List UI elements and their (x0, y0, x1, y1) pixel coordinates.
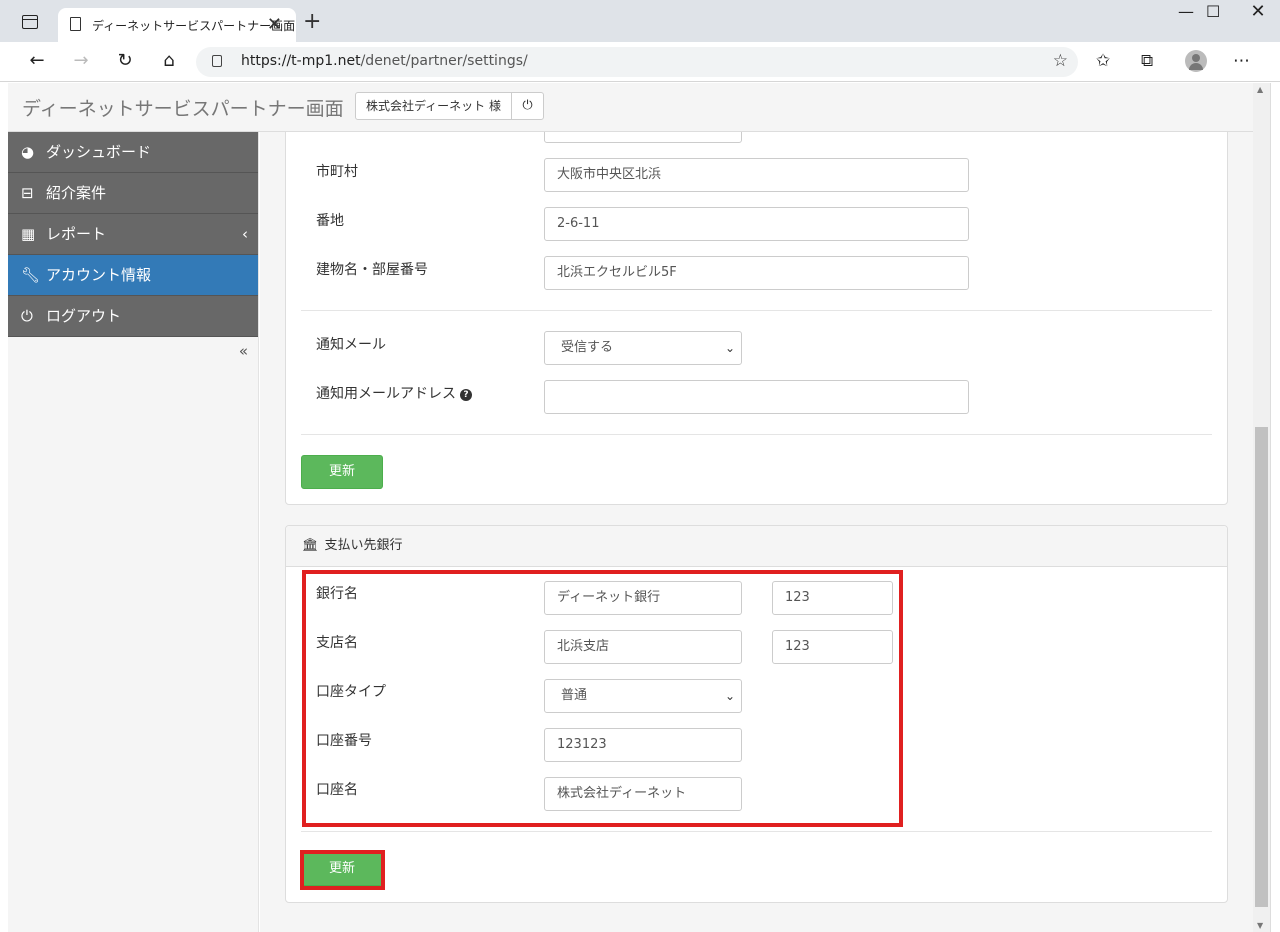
sidebar-item-label: レポート (46, 225, 107, 243)
collections-icon[interactable]: ⧉ (1141, 51, 1153, 71)
notify-address-label-text: 通知用メールアドレス (316, 386, 456, 402)
lock-icon (212, 55, 222, 67)
sidebar-item-logout[interactable]: ⏻ ログアウト (8, 296, 258, 337)
prefecture-select[interactable] (544, 132, 742, 143)
street-input[interactable]: 2-6-11 (544, 207, 969, 241)
table-icon: ▦ (21, 225, 36, 243)
forward-icon[interactable]: → (66, 50, 96, 71)
sidebar-item-referrals[interactable]: ⊟ 紹介案件 (8, 173, 258, 214)
bank-panel-title: 支払い先銀行 (324, 538, 403, 553)
add-favorite-icon[interactable]: ☆ (1053, 51, 1068, 71)
tab-title: ディーネットサービスパートナー画面 (92, 19, 296, 33)
sidebar-item-account[interactable]: 🔧︎ アカウント情報 (8, 255, 258, 296)
url-host: https://t-mp1.net (241, 53, 361, 69)
tab-close-icon[interactable]: ✕ (267, 14, 282, 35)
notify-mail-value: 受信する (561, 340, 614, 355)
main-content: 市町村 大阪市中央区北浜 番地 2-6-11 建物名・部屋番号 北浜エクセルビル… (260, 132, 1253, 932)
minimize-button[interactable]: — (1178, 2, 1194, 21)
new-tab-button[interactable]: + (303, 9, 321, 34)
window-close-button[interactable]: ✕ (1236, 0, 1280, 26)
browser-tab-bar: ディーネットサービスパートナー画面 ✕ + — ☐ ✕ (0, 0, 1280, 42)
chevron-left-icon: ‹ (242, 225, 248, 243)
page-icon (70, 17, 81, 31)
page-scrollbar[interactable]: ▲ ▼ (1253, 83, 1270, 932)
divider (301, 310, 1212, 311)
notify-mail-label: 通知メール (316, 337, 386, 353)
url-path: /denet/partner/settings/ (360, 53, 528, 69)
basket-icon: ⊟ (21, 184, 34, 202)
help-icon[interactable]: ? (460, 389, 472, 401)
app-title: ディーネットサービスパートナー画面 (22, 98, 344, 120)
window-edge (1270, 83, 1280, 932)
sidebar: ◕ ダッシュボード ⊟ 紹介案件 ▦ レポート ‹ 🔧︎ アカウント情報 ⏻ ロ… (8, 132, 259, 932)
account-panel: 市町村 大阪市中央区北浜 番地 2-6-11 建物名・部屋番号 北浜エクセルビル… (285, 132, 1228, 505)
address-bar: ← → ↻ ⌂ https://t-mp1.net/denet/partner/… (0, 42, 1280, 82)
more-menu-icon[interactable]: ⋯ (1233, 51, 1250, 71)
building-label: 建物名・部屋番号 (316, 262, 428, 278)
app-header: ディーネットサービスパートナー画面 株式会社ディーネット 様 ⏻ (8, 83, 1253, 132)
browser-tab[interactable]: ディーネットサービスパートナー画面 ✕ (58, 8, 296, 42)
favorites-icon[interactable]: ✩ (1096, 51, 1110, 71)
power-icon[interactable]: ⏻ (511, 92, 544, 120)
sidebar-item-report[interactable]: ▦ レポート ‹ (8, 214, 258, 255)
scroll-up-icon[interactable]: ▲ (1257, 85, 1263, 94)
notify-address-input[interactable] (544, 380, 969, 414)
power-icon: ⏻ (21, 307, 33, 325)
maximize-button[interactable]: ☐ (1206, 2, 1220, 21)
wrench-icon: 🔧︎ (21, 266, 41, 284)
city-input[interactable]: 大阪市中央区北浜 (544, 158, 969, 192)
highlight-bank-fields (302, 570, 903, 827)
bank-icon: 🏛︎ (302, 538, 319, 553)
sidebar-item-label: ログアウト (46, 307, 122, 325)
account-update-button[interactable]: 更新 (301, 455, 383, 489)
bank-panel-heading: 🏛︎ 支払い先銀行 (286, 526, 1227, 567)
scroll-thumb[interactable] (1255, 427, 1268, 907)
highlight-update-button (300, 850, 385, 890)
profile-avatar[interactable] (1185, 50, 1207, 72)
chevron-down-icon: ⌄ (724, 341, 735, 355)
refresh-icon[interactable]: ↻ (110, 50, 140, 71)
sidebar-item-label: アカウント情報 (46, 266, 152, 284)
street-label: 番地 (316, 213, 344, 229)
scroll-down-icon[interactable]: ▼ (1257, 921, 1263, 930)
tab-actions-icon[interactable] (22, 15, 38, 29)
building-input[interactable]: 北浜エクセルビル5F (544, 256, 969, 290)
sidebar-collapse-button[interactable]: « (239, 342, 248, 360)
sidebar-item-label: 紹介案件 (46, 184, 107, 202)
back-icon[interactable]: ← (22, 50, 52, 71)
user-menu-button[interactable]: 株式会社ディーネット 様 (355, 92, 512, 120)
dashboard-icon: ◕ (21, 143, 35, 161)
sidebar-item-dashboard[interactable]: ◕ ダッシュボード (8, 132, 258, 173)
notify-mail-select[interactable]: 受信する ⌄ (544, 331, 742, 365)
divider (301, 434, 1212, 435)
city-label: 市町村 (316, 164, 358, 180)
home-icon[interactable]: ⌂ (154, 50, 184, 71)
url-field[interactable]: https://t-mp1.net/denet/partner/settings… (196, 47, 1078, 77)
notify-address-label: 通知用メールアドレス? (316, 383, 472, 403)
divider (301, 831, 1212, 832)
sidebar-item-label: ダッシュボード (46, 143, 152, 161)
